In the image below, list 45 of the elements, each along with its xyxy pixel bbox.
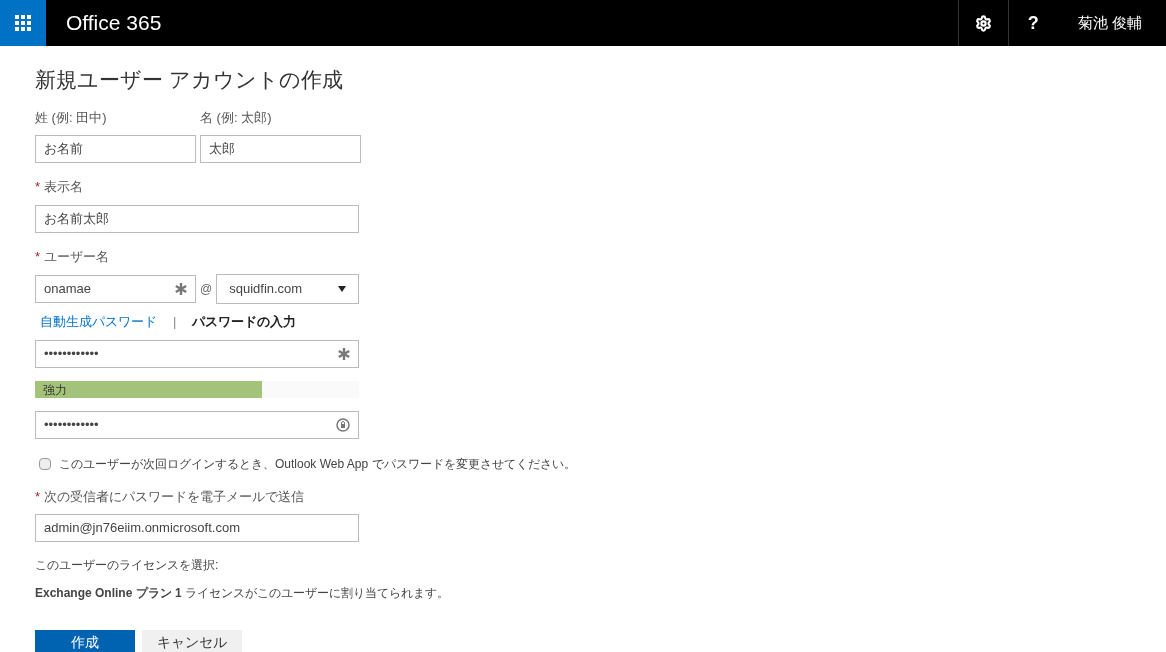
- last-name-field[interactable]: お名前: [35, 135, 196, 163]
- license-label: このユーザーのライセンスを選択:: [35, 557, 220, 574]
- required-asterisk: *: [35, 179, 41, 194]
- field-label: 次の受信者にパスワードを電子メールで送信: [44, 488, 305, 504]
- user-name-field[interactable]: onamae: [35, 275, 196, 303]
- email-field[interactable]: admin@jn76eiim.onmicrosoft.com: [35, 514, 359, 542]
- separator: |: [173, 313, 177, 331]
- field-value: ••••••••••••: [44, 344, 100, 363]
- password-field[interactable]: ••••••••••••: [35, 339, 359, 368]
- strength-label: 強力: [43, 381, 67, 399]
- waffle-icon: [15, 15, 31, 31]
- field-label: 名 (例: 太郎): [200, 109, 272, 125]
- lock-circle-icon: [336, 417, 350, 432]
- field-value: onamae: [44, 280, 92, 299]
- domain-dropdown[interactable]: squidfin.com: [216, 274, 360, 304]
- settings-icon: [974, 14, 992, 32]
- field-label: 表示名: [44, 179, 84, 194]
- license-text: Exchange Online プラン 1 ライセンスがこのユーザーに割り当てられます。: [35, 585, 451, 602]
- field-value: 太郎: [209, 140, 236, 159]
- dropdown-arrow-icon: [338, 286, 347, 292]
- field-value: ••••••••••••: [44, 415, 100, 434]
- checkbox[interactable]: [39, 457, 51, 470]
- display-name-field[interactable]: お名前太郎: [35, 204, 359, 233]
- first-name-field[interactable]: 太郎: [200, 135, 361, 163]
- app-launcher-button[interactable]: [0, 0, 46, 46]
- required-asterisk: *: [35, 248, 41, 264]
- asterisk-icon: [338, 347, 350, 360]
- app-title: Office 365: [66, 10, 163, 37]
- field-value: admin@jn76eiim.onmicrosoft.com: [44, 519, 241, 538]
- checkbox-label: このユーザーが次回ログインするとき、Outlook Web App でパスワードを変更させてください。: [59, 455, 576, 473]
- user-menu-button[interactable]: 菊池 俊輔: [1057, 0, 1166, 46]
- asterisk-icon: [175, 283, 187, 295]
- page-title: 新規ユーザー アカウントの作成: [35, 67, 344, 93]
- password-mode-link[interactable]: パスワードの入力: [192, 312, 297, 332]
- at-sign: @: [200, 281, 213, 298]
- field-value: お名前: [44, 140, 84, 159]
- cancel-button[interactable]: キャンセル: [142, 630, 242, 652]
- required-asterisk: *: [35, 488, 41, 504]
- field-label: 姓 (例: 田中): [35, 109, 107, 125]
- password-mode-link[interactable]: 自動生成パスワード: [40, 312, 157, 332]
- field-value: お名前太郎: [44, 209, 110, 228]
- create-button[interactable]: 作成: [35, 630, 135, 652]
- field-label: ユーザー名: [44, 248, 110, 264]
- confirm-password-field[interactable]: ••••••••••••: [35, 410, 359, 439]
- help-button[interactable]: ?: [1007, 0, 1058, 46]
